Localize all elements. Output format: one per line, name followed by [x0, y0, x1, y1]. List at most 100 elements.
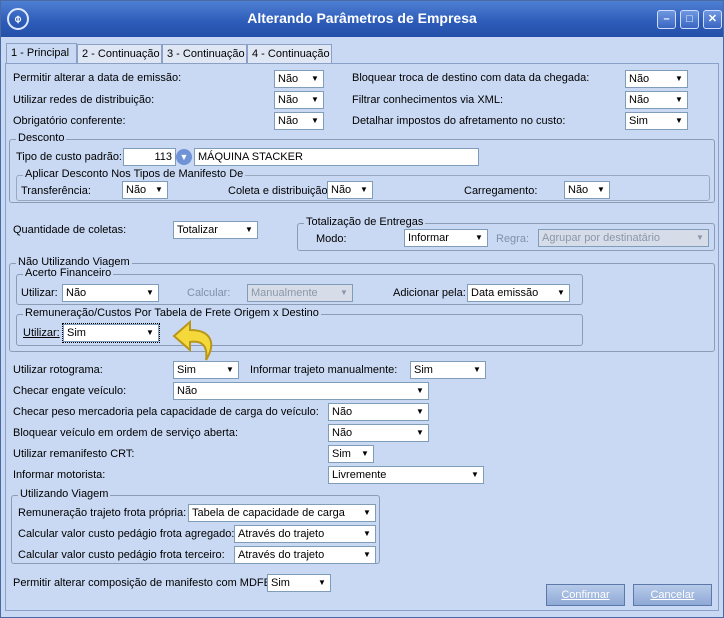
chevron-down-icon: ▼ [315, 576, 329, 590]
peso-select[interactable]: Não ▼ [328, 403, 429, 421]
conferente-select[interactable]: Não ▼ [274, 112, 324, 130]
carregamento-select[interactable]: Não ▼ [564, 181, 610, 199]
bloquear-troca-label: Bloquear troca de destino com data da ch… [352, 72, 590, 84]
window-title: Alterando Parâmetros de Empresa [247, 10, 477, 26]
tab-panel: Permitir alterar a data de emissão: Não ▼… [5, 63, 719, 611]
acerto-utilizar-select[interactable]: Não ▼ [62, 284, 159, 302]
rotograma-select[interactable]: Sim ▼ [173, 361, 239, 379]
cancelar-button[interactable]: Cancelar [633, 584, 712, 606]
minimize-icon[interactable]: – [657, 10, 676, 29]
regra-label: Regra: [496, 233, 530, 245]
engate-select[interactable]: Não ▼ [173, 382, 429, 400]
chevron-down-icon: ▼ [143, 326, 157, 340]
tab-continuacao-2[interactable]: 2 - Continuação [77, 44, 162, 64]
viagem-title: Utilizando Viagem [18, 488, 111, 500]
remanifesto-select[interactable]: Sim ▼ [328, 445, 374, 463]
calcular-label: Calcular: [187, 287, 231, 299]
chevron-down-icon: ▼ [308, 93, 322, 107]
modo-select[interactable]: Informar ▼ [404, 229, 488, 247]
chevron-down-icon: ▼ [413, 384, 427, 398]
chevron-down-icon: ▼ [672, 93, 686, 107]
confirmar-button[interactable]: Confirmar [546, 584, 625, 606]
chevron-down-icon: ▼ [358, 447, 372, 461]
coletas-select[interactable]: Totalizar ▼ [173, 221, 258, 239]
coleta-label: Coleta e distribuição: [228, 185, 331, 197]
detalhar-impostos-select[interactable]: Sim ▼ [625, 112, 688, 130]
title-bar: ⌽ Alterando Parâmetros de Empresa – □ ✕ [1, 1, 723, 37]
emissao-select[interactable]: Não ▼ [274, 70, 324, 88]
mdfe-select[interactable]: Sim ▼ [267, 574, 331, 592]
motorista-select[interactable]: Livremente ▼ [328, 466, 484, 484]
chevron-down-icon: ▼ [413, 426, 427, 440]
tab-continuacao-4[interactable]: 4 - Continuação [247, 44, 332, 64]
tipo-custo-code[interactable]: 113 [123, 148, 176, 166]
mdfe-label: Permitir alterar composição de manifesto… [13, 577, 275, 589]
chevron-down-icon: ▼ [308, 114, 322, 128]
chevron-down-icon: ▼ [693, 231, 707, 245]
close-icon[interactable]: ✕ [703, 10, 722, 29]
trajeto-label: Informar trajeto manualmente: [250, 364, 398, 376]
pedagio-terceiro-label: Calcular valor custo pedágio frota terce… [18, 549, 225, 561]
chevron-down-icon: ▼ [360, 506, 374, 520]
remuneracao-utilizar-label: Utilizar: [23, 327, 60, 339]
aplicar-desconto-title: Aplicar Desconto Nos Tipos de Manifesto … [23, 168, 246, 180]
nao-viagem-group: Não Utilizando Viagem Acerto Financeiro … [9, 256, 715, 361]
chevron-down-icon: ▼ [360, 548, 374, 562]
maximize-icon[interactable]: □ [680, 10, 699, 29]
remuneracao-utilizar-select[interactable]: Sim ▼ [62, 323, 160, 343]
adicionar-select[interactable]: Data emissão ▼ [467, 284, 570, 302]
chevron-down-icon: ▼ [468, 468, 482, 482]
filtrar-xml-select[interactable]: Não ▼ [625, 91, 688, 109]
chevron-down-icon: ▼ [337, 286, 351, 300]
transferencia-select[interactable]: Não ▼ [122, 181, 168, 199]
pedagio-terceiro-select[interactable]: Através do trajeto ▼ [234, 546, 376, 564]
bloquear-troca-select[interactable]: Não ▼ [625, 70, 688, 88]
chevron-down-icon: ▼ [472, 231, 486, 245]
undo-arrow-icon [172, 319, 213, 361]
acerto-title: Acerto Financeiro [23, 267, 114, 279]
chevron-down-icon: ▼ [413, 405, 427, 419]
regra-select: Agrupar por destinatário ▼ [538, 229, 709, 247]
conferente-label: Obrigatório conferente: [13, 115, 126, 127]
remuneracao-trajeto-select[interactable]: Tabela de capacidade de carga ▼ [188, 504, 376, 522]
desconto-title: Desconto [16, 132, 67, 144]
chevron-down-icon: ▼ [672, 114, 686, 128]
chevron-down-icon: ▼ [470, 363, 484, 377]
emissao-label: Permitir alterar a data de emissão: [13, 72, 182, 84]
pedagio-agregado-select[interactable]: Através do trajeto ▼ [234, 525, 376, 543]
tab-continuacao-3[interactable]: 3 - Continuação [162, 44, 247, 64]
modo-label: Modo: [316, 233, 347, 245]
bloquear-veiculo-label: Bloquear veículo em ordem de serviço abe… [13, 427, 239, 439]
peso-label: Checar peso mercadoria pela capacidade d… [13, 406, 319, 418]
tipo-custo-label: Tipo de custo padrão: [16, 151, 122, 163]
rotograma-label: Utilizar rotograma: [13, 364, 103, 376]
pedagio-agregado-label: Calcular valor custo pedágio frota agreg… [18, 528, 235, 540]
trajeto-select[interactable]: Sim ▼ [410, 361, 486, 379]
transferencia-label: Transferência: [21, 185, 91, 197]
engate-label: Checar engate veículo: [13, 385, 127, 397]
chevron-down-icon: ▼ [360, 527, 374, 541]
chevron-down-icon: ▼ [242, 223, 256, 237]
coleta-select[interactable]: Não ▼ [327, 181, 373, 199]
chevron-down-icon: ▼ [672, 72, 686, 86]
redes-select[interactable]: Não ▼ [274, 91, 324, 109]
redes-label: Utilizar redes de distribuição: [13, 94, 155, 106]
viagem-group: Utilizando Viagem Remuneração trajeto fr… [11, 488, 380, 564]
adicionar-label: Adicionar pela: [393, 287, 466, 299]
detalhar-impostos-label: Detalhar impostos do afretamento no cust… [352, 115, 566, 127]
filtrar-xml-label: Filtrar conhecimentos via XML: [352, 94, 503, 106]
aplicar-desconto-group: Aplicar Desconto Nos Tipos de Manifesto … [16, 168, 710, 201]
totalizacao-group: Totalização de Entregas Modo: Informar ▼ … [297, 216, 715, 251]
tab-principal[interactable]: 1 - Principal [6, 43, 77, 64]
dialog-window: ⌽ Alterando Parâmetros de Empresa – □ ✕ … [0, 0, 724, 618]
bloquear-veiculo-select[interactable]: Não ▼ [328, 424, 429, 442]
lookup-icon[interactable]: ▼ [176, 149, 192, 165]
chevron-down-icon: ▼ [357, 183, 371, 197]
motorista-label: Informar motorista: [13, 469, 106, 481]
desconto-group: Desconto Tipo de custo padrão: 113 ▼ MÁQ… [9, 132, 715, 203]
calcular-select: Manualmente ▼ [247, 284, 353, 302]
chevron-down-icon: ▼ [223, 363, 237, 377]
carregamento-label: Carregamento: [464, 185, 538, 197]
remuneracao-group: Remuneração/Custos Por Tabela de Frete O… [16, 307, 583, 346]
chevron-down-icon: ▼ [594, 183, 608, 197]
